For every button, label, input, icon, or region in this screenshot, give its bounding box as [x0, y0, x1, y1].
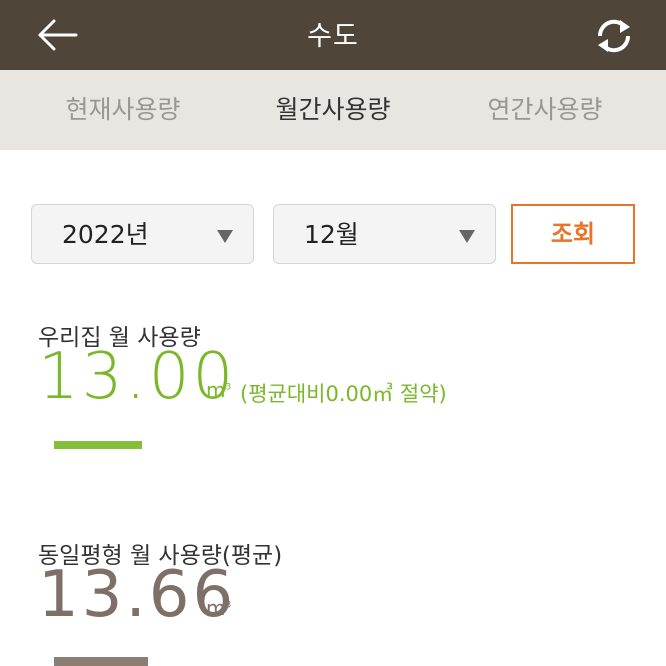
- usage-tabs: 현재사용량 월간사용량 연간사용량: [0, 70, 666, 150]
- dropdown-arrow-icon: [217, 230, 233, 243]
- refresh-icon[interactable]: [594, 18, 634, 54]
- unit-superscript: 3: [225, 382, 232, 393]
- page-title: 수도: [307, 21, 359, 52]
- my-usage-value: 13.00: [38, 340, 237, 414]
- app-header: 수도: [0, 0, 666, 70]
- my-usage-unit: m3: [206, 378, 231, 402]
- avg-usage-unit: m3: [206, 596, 231, 620]
- tab-yearly-usage[interactable]: 연간사용량: [460, 70, 630, 150]
- unit-text: m: [206, 596, 226, 620]
- year-select-value: 2022년: [62, 220, 149, 249]
- my-usage-bar: [54, 441, 142, 449]
- dropdown-arrow-icon: [459, 230, 475, 243]
- my-usage-comparison: (평균대비0.00㎥ 절약): [240, 382, 447, 406]
- month-select-value: 12월: [304, 220, 359, 249]
- tab-current-usage[interactable]: 현재사용량: [38, 70, 208, 150]
- unit-text: m: [206, 378, 226, 402]
- avg-usage-bar: [54, 657, 148, 666]
- tab-monthly-usage[interactable]: 월간사용량: [248, 70, 418, 150]
- avg-usage-value: 13.66: [38, 558, 237, 632]
- year-select[interactable]: 2022년: [31, 204, 254, 264]
- query-button[interactable]: 조회: [511, 204, 635, 264]
- unit-superscript: 3: [225, 600, 232, 611]
- month-select[interactable]: 12월: [273, 204, 496, 264]
